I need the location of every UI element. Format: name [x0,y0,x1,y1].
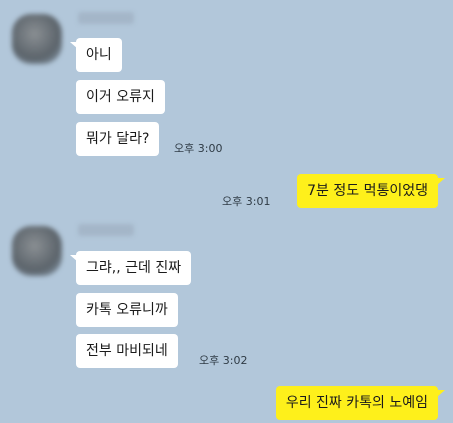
received-message[interactable]: 아니 [76,38,122,72]
contact-avatar[interactable] [12,14,62,64]
message-timestamp: 오후 3:01 [222,195,271,208]
received-message[interactable]: 카톡 오류니까 [76,293,178,327]
received-message[interactable]: 이거 오류지 [76,80,165,114]
sent-message[interactable]: 우리 진짜 카톡의 노예임 [275,386,438,420]
sent-message[interactable]: 7분 정도 먹통이었댕 [297,174,438,208]
bubble-tail [437,178,445,185]
message-timestamp: 오후 3:02 [199,354,248,367]
contact-avatar[interactable] [12,226,62,276]
message-timestamp: 오후 3:00 [174,142,223,155]
bubble-tail [437,390,445,397]
received-message[interactable]: 뭐가 달라? [76,122,160,156]
received-message[interactable]: 전부 마비되네 [76,334,178,368]
sender-name: blurred-name [78,224,134,236]
sender-name: blurred-name [78,12,134,24]
received-message[interactable]: 그랴,, 근데 진짜 [76,251,192,285]
